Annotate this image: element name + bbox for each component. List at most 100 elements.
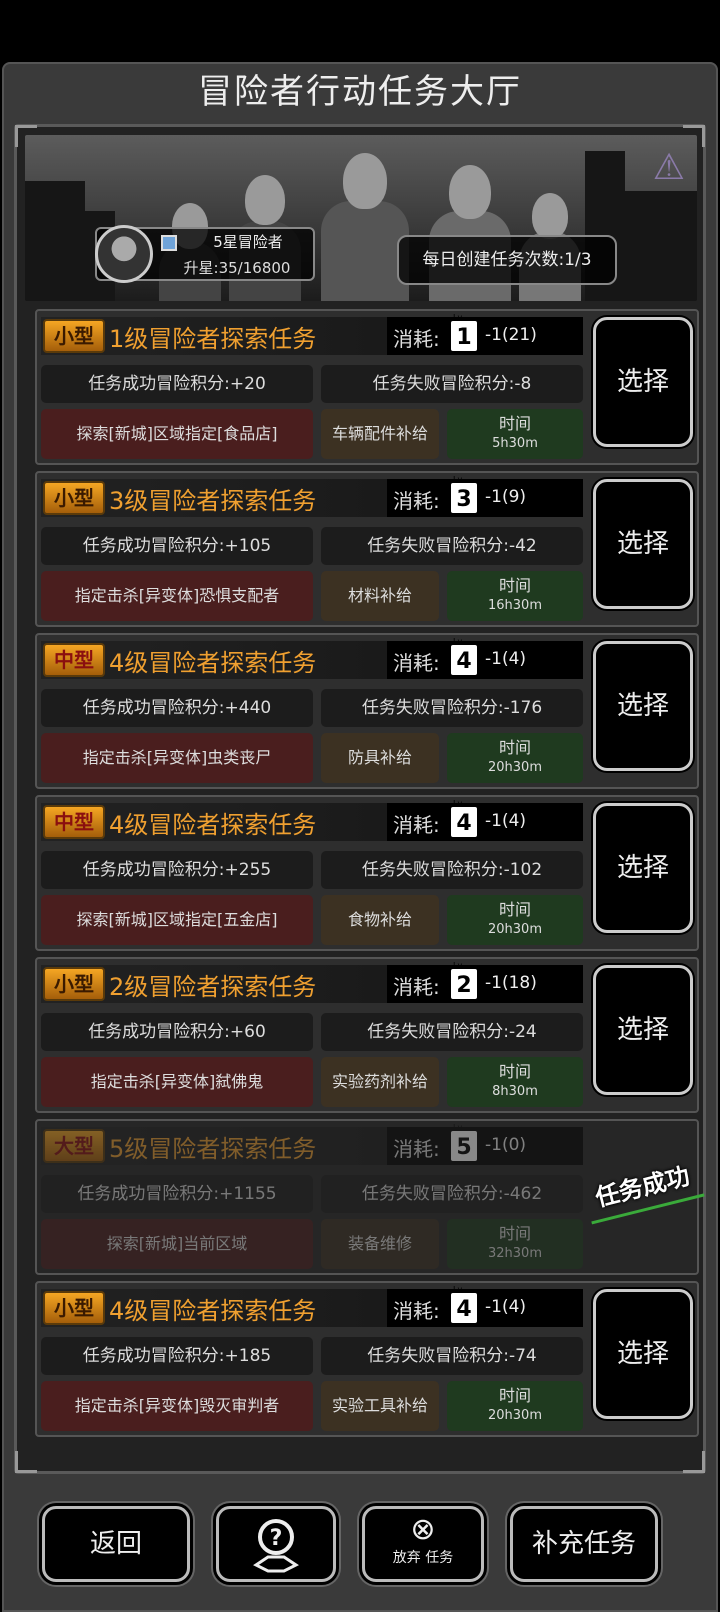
- task-type-badge: 小型: [43, 319, 105, 353]
- profile-box[interactable]: 5星冒险者 升星:35/16800: [95, 225, 315, 283]
- level-card-icon: 4: [451, 1284, 477, 1323]
- task-description: 指定击杀[异变体]虫类丧尸: [41, 733, 313, 783]
- cost-value: -1(4): [485, 1297, 527, 1317]
- level-card-icon: 1: [451, 312, 477, 351]
- time-value: 5h30m: [492, 436, 538, 451]
- task-time: 时间 16h30m: [447, 571, 583, 621]
- task-cost: 消耗: 4 -1(4): [387, 798, 583, 841]
- task-card: 小型 1级冒险者探索任务 消耗: 1 -1(21) 任务成功冒险积分:+20 任…: [35, 309, 699, 465]
- task-reward: 防具补给: [321, 733, 439, 783]
- rank-progress: 升星:35/16800: [183, 259, 291, 277]
- fail-points: 任务失败冒险积分:-102: [321, 851, 583, 889]
- level-card-icon: 3: [451, 474, 477, 513]
- time-value: 8h30m: [492, 1084, 538, 1099]
- task-description: 探索[新城]区域指定[食品店]: [41, 409, 313, 459]
- task-title: 5级冒险者探索任务: [109, 1135, 317, 1163]
- task-cost: 消耗: 1 -1(21): [387, 312, 583, 355]
- task-description: 指定击杀[异变体]毁灭审判者: [41, 1381, 313, 1431]
- fail-points: 任务失败冒险积分:-42: [321, 527, 583, 565]
- refill-label: 补充任务: [531, 1529, 636, 1559]
- task-card: 小型 2级冒险者探索任务 消耗: 2 -1(18) 任务成功冒险积分:+60 任…: [35, 957, 699, 1113]
- adventurer-banner: ⚠ 5星冒险者 升星:35/16800 每日创建任务次数:1/3: [25, 135, 697, 301]
- task-title: 4级冒险者探索任务: [109, 1297, 317, 1325]
- cost-value: -1(18): [485, 973, 537, 993]
- success-points: 任务成功冒险积分:+1155: [41, 1175, 313, 1213]
- task-card: 小型 3级冒险者探索任务 消耗: 3 -1(9) 任务成功冒险积分:+105 任…: [35, 471, 699, 627]
- fail-points: 任务失败冒险积分:-24: [321, 1013, 583, 1051]
- task-type-badge: 中型: [43, 805, 105, 839]
- select-task-button[interactable]: 选择: [593, 803, 693, 933]
- time-label: 时间: [498, 1062, 531, 1081]
- task-card: 中型 4级冒险者探索任务 消耗: 4 -1(4) 任务成功冒险积分:+255 任…: [35, 795, 699, 951]
- level-card-icon: 2: [451, 960, 477, 999]
- cost-value: -1(4): [485, 649, 527, 669]
- level-card-icon: 4: [451, 636, 477, 675]
- fail-points: 任务失败冒险积分:-462: [321, 1175, 583, 1213]
- avatar[interactable]: [95, 225, 153, 283]
- rank-title: 5星冒险者: [213, 233, 283, 251]
- task-title: 1级冒险者探索任务: [109, 325, 317, 353]
- task-time: 时间 20h30m: [447, 895, 583, 945]
- faction-icon: ⚠: [652, 147, 685, 188]
- time-label: 时间: [498, 738, 531, 757]
- task-title: 4级冒险者探索任务: [109, 649, 317, 677]
- success-points: 任务成功冒险积分:+105: [41, 527, 313, 565]
- time-value: 32h30m: [488, 1246, 542, 1261]
- task-description: 指定击杀[异变体]弑佛鬼: [41, 1057, 313, 1107]
- select-task-button[interactable]: 选择: [593, 965, 693, 1095]
- rank-star-icon: [161, 235, 177, 251]
- time-value: 16h30m: [488, 598, 542, 613]
- cost-label: 消耗:: [393, 813, 440, 837]
- cost-label: 消耗:: [393, 489, 440, 513]
- cost-label: 消耗:: [393, 327, 440, 351]
- fail-points: 任务失败冒险积分:-176: [321, 689, 583, 727]
- task-title: 3级冒险者探索任务: [109, 487, 317, 515]
- task-time: 时间 8h30m: [447, 1057, 583, 1107]
- abandon-task-button[interactable]: ⊗ 放弃 任务: [362, 1506, 484, 1582]
- success-points: 任务成功冒险积分:+60: [41, 1013, 313, 1051]
- daily-create-count: 每日创建任务次数:1/3: [397, 235, 617, 285]
- refill-task-button[interactable]: 补充任务: [510, 1506, 658, 1582]
- cost-value: -1(0): [485, 1135, 527, 1155]
- task-list-panel: ⚠ 5星冒险者 升星:35/16800 每日创建任务次数:1/3 小型 1级冒险…: [14, 124, 706, 1474]
- back-button[interactable]: 返回: [42, 1506, 190, 1582]
- cost-value: -1(21): [485, 325, 537, 345]
- time-label: 时间: [498, 414, 531, 433]
- back-label: 返回: [89, 1529, 142, 1559]
- level-card-icon: 4: [451, 798, 477, 837]
- help-button[interactable]: ?: [216, 1506, 336, 1582]
- success-points: 任务成功冒险积分:+185: [41, 1337, 313, 1375]
- time-value: 20h30m: [488, 760, 542, 775]
- task-card-completed: 大型 5级冒险者探索任务 消耗: 5 -1(0) 任务成功冒险积分:+1155 …: [35, 1119, 705, 1275]
- task-type-badge: 小型: [43, 1291, 105, 1325]
- cost-label: 消耗:: [393, 651, 440, 675]
- abandon-label: 放弃 任务: [392, 1550, 454, 1566]
- task-reward: 食物补给: [321, 895, 439, 945]
- task-cost: 消耗: 4 -1(4): [387, 1284, 583, 1327]
- task-time: 时间 20h30m: [447, 1381, 583, 1431]
- task-cost: 消耗: 3 -1(9): [387, 474, 583, 517]
- select-task-button[interactable]: 选择: [593, 1289, 693, 1419]
- fail-points: 任务失败冒险积分:-8: [321, 365, 583, 403]
- task-reward: 装备维修: [321, 1219, 439, 1269]
- task-type-badge: 小型: [43, 481, 105, 515]
- task-type-badge: 大型: [43, 1129, 105, 1163]
- task-cost: 消耗: 5 -1(0): [387, 1122, 583, 1165]
- task-success-stamp: 任务成功: [581, 1153, 705, 1225]
- time-label: 时间: [498, 900, 531, 919]
- task-cost: 消耗: 4 -1(4): [387, 636, 583, 679]
- question-map-icon: ?: [253, 1519, 299, 1573]
- cost-value: -1(9): [485, 487, 527, 507]
- cost-label: 消耗:: [393, 1137, 440, 1161]
- task-time: 时间 32h30m: [447, 1219, 583, 1269]
- time-value: 20h30m: [488, 1408, 542, 1423]
- success-points: 任务成功冒险积分:+255: [41, 851, 313, 889]
- select-task-button[interactable]: 选择: [593, 641, 693, 771]
- task-description: 指定击杀[异变体]恐惧支配者: [41, 571, 313, 621]
- select-task-button[interactable]: 选择: [593, 479, 693, 609]
- task-card: 小型 4级冒险者探索任务 消耗: 4 -1(4) 任务成功冒险积分:+185 任…: [35, 1281, 699, 1437]
- select-task-button[interactable]: 选择: [593, 317, 693, 447]
- time-label: 时间: [498, 576, 531, 595]
- cost-label: 消耗:: [393, 975, 440, 999]
- task-type-badge: 小型: [43, 967, 105, 1001]
